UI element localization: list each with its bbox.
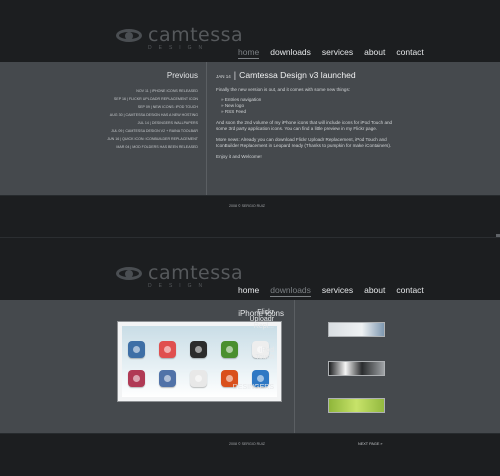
nav-services[interactable]: services <box>322 47 353 59</box>
logo-mark-icon <box>114 26 144 44</box>
header: camtessa DESIGN home downloads services … <box>0 0 500 62</box>
page-home: camtessa DESIGN home downloads services … <box>0 0 500 238</box>
post-intro: Finally the new version is out, and it c… <box>216 87 351 92</box>
logo-name: camtessa <box>148 24 244 46</box>
logo[interactable]: camtessa DESIGN <box>114 264 243 289</box>
feature-item: RSS Feed <box>221 109 394 115</box>
previous-posts-list: NOV 11 | IPHONE ICONS RELEASED SEP 16 | … <box>88 89 198 153</box>
previous-post-link[interactable]: JUL 14 | DESINGERS WALLPAPERS <box>88 121 198 126</box>
feature-list: Entries navigation New logo RSS Feed <box>221 97 394 115</box>
logo-sub: DESIGN <box>148 283 210 289</box>
logo-mark-icon <box>114 264 144 282</box>
nav-services[interactable]: services <box>322 285 353 297</box>
page-downloads: camtessa DESIGN home downloads services … <box>0 238 500 476</box>
previous-post-link[interactable]: SEP 09 | NEW ICONS: IPOD TOUCH <box>88 105 198 110</box>
ipod-touch-thumbnail[interactable] <box>328 361 385 376</box>
sidebar-title: Previous <box>166 71 198 80</box>
previous-post-link[interactable]: JUN 16 | QUICK ICON: ICONBUILDER REPLACE… <box>88 137 198 142</box>
logo-name: camtessa <box>148 262 244 284</box>
nav-about[interactable]: about <box>364 285 385 297</box>
nav-contact[interactable]: contact <box>396 285 423 297</box>
logo[interactable]: camtessa DESIGN <box>114 26 243 51</box>
weather-icon <box>128 341 145 358</box>
previous-sidebar: Previous NOV 11 | IPHONE ICONS RELEASED … <box>0 62 207 195</box>
post-paragraph: Enjoy it and Welcome! <box>216 154 262 159</box>
nav-downloads[interactable]: downloads <box>270 285 311 297</box>
main-nav: home downloads services about contact <box>238 285 424 297</box>
post-date: JAN 14 <box>216 74 231 79</box>
main-content: Previous NOV 11 | IPHONE ICONS RELEASED … <box>0 62 500 195</box>
post-separator: | <box>233 70 237 80</box>
header: camtessa DESIGN home downloads services … <box>0 238 500 300</box>
nav-home[interactable]: home <box>238 285 259 297</box>
nav-home[interactable]: home <box>238 47 260 59</box>
download-title[interactable]: DESINGERS <box>233 384 387 391</box>
previous-post-link[interactable]: JUL 09 | CAMTESSA DESIGN V2 + RAINA TOOL… <box>88 129 198 134</box>
download-title[interactable]: iPod Touch <box>255 347 387 361</box>
camera-icon <box>159 370 176 387</box>
nav-downloads[interactable]: downloads <box>270 47 311 59</box>
nav-contact[interactable]: contact <box>396 47 423 59</box>
desingers-thumbnail[interactable] <box>328 398 385 413</box>
copyright: 2008 © SERGIO RUIZ <box>229 442 266 446</box>
calendar-icon <box>159 341 176 358</box>
main-content: iPhone icons Flickr Uploadr Repl... iPod… <box>0 300 500 433</box>
next-page-link[interactable]: NEXT PAGE » <box>358 442 383 446</box>
main-nav: home downloads services about contact <box>238 47 424 59</box>
logo-sub: DESIGN <box>148 45 210 51</box>
speaker-icon <box>190 341 207 358</box>
music-icon <box>221 341 238 358</box>
settings-icon <box>190 370 207 387</box>
previous-post-link[interactable]: MAR 04 | MOD FOLDERS HAS BEEN RELEASED <box>88 145 198 150</box>
previous-post-link[interactable]: SEP 16 | FLICKR UPLOADR REPLACEMENT ICON <box>88 97 198 102</box>
previous-post-link[interactable]: AUG 30 | CAMTESSA DESIGN HAS A NEW HOSTI… <box>88 113 198 118</box>
blog-post: JAN 14 | Camtessa Design v3 launched Fin… <box>216 70 394 165</box>
post-paragraph: And soon the 2nd volume of my iPhone ico… <box>216 120 393 131</box>
post-paragraph: More news: Already you can download Flic… <box>216 137 392 148</box>
photos-icon <box>128 370 145 387</box>
copyright: 2008 © SERGIO RUIZ <box>229 204 266 208</box>
post-header: JAN 14 | Camtessa Design v3 launched <box>216 70 394 80</box>
previous-post-link[interactable]: NOV 11 | IPHONE ICONS RELEASED <box>88 89 198 94</box>
footer: 2008 © SERGIO RUIZ <box>0 195 500 238</box>
post-title[interactable]: Camtessa Design v3 launched <box>239 70 356 80</box>
downloads-sidebar: Flickr Uploadr Repl... iPod Touch DESING… <box>233 300 500 433</box>
flickr-uploadr-thumbnail[interactable] <box>328 322 385 337</box>
footer: 2008 © SERGIO RUIZ NEXT PAGE » <box>0 433 500 476</box>
nav-about[interactable]: about <box>364 47 385 59</box>
